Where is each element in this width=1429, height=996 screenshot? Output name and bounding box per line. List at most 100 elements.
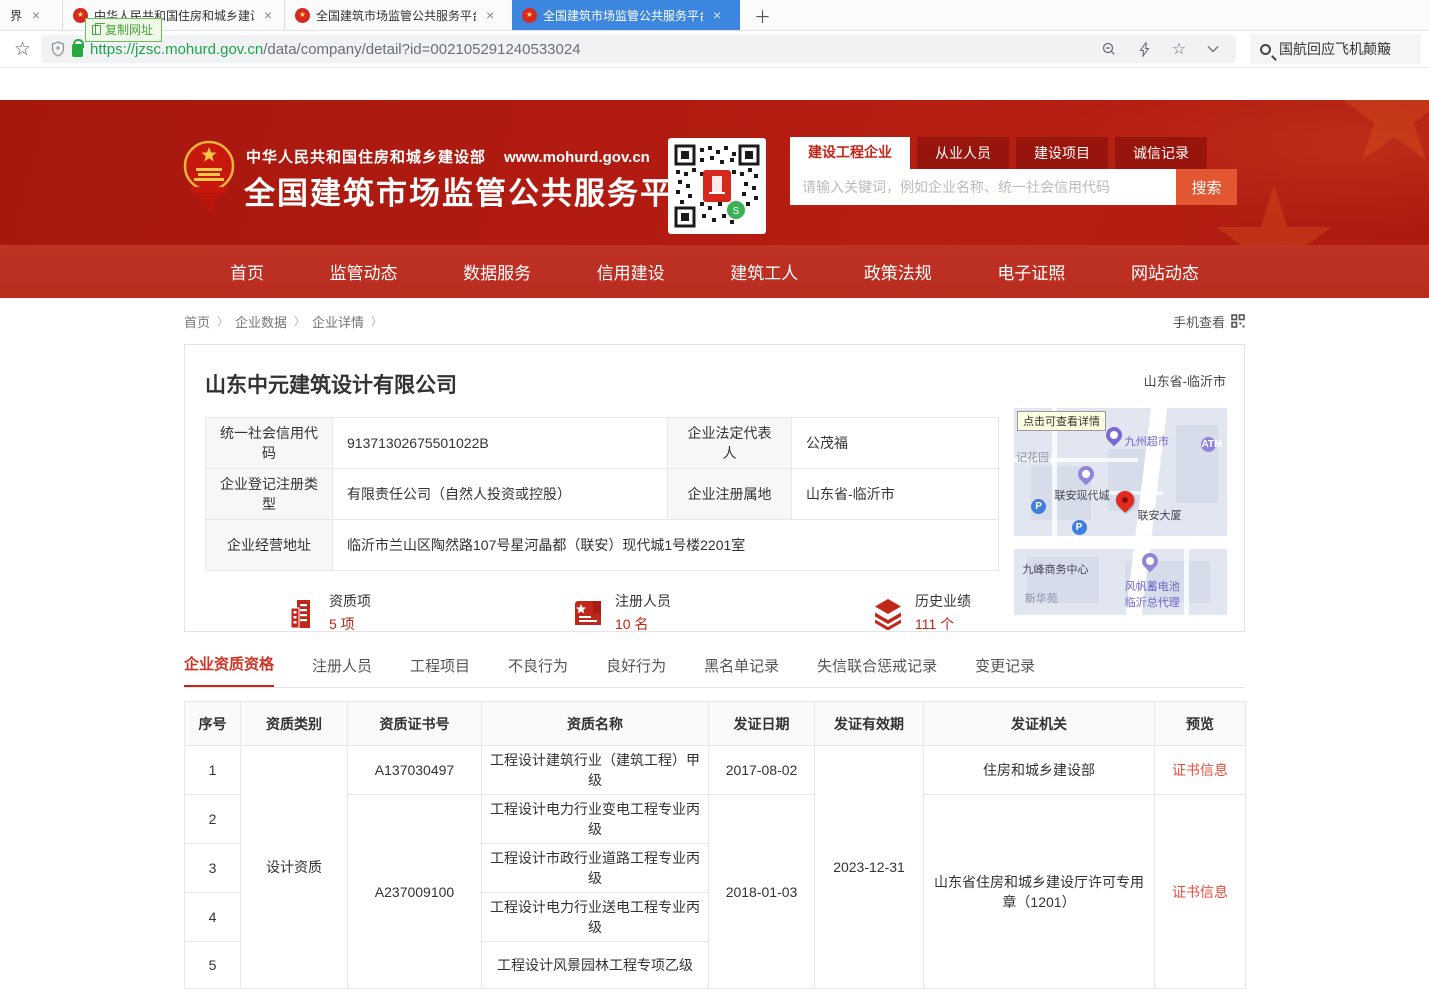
copy-icon: [92, 25, 101, 35]
favorite-star-icon[interactable]: ☆: [1172, 39, 1186, 59]
url-field[interactable]: https://jzsc.mohurd.gov.cn/data/company/…: [41, 35, 1236, 63]
zoom-out-icon[interactable]: [1101, 41, 1117, 57]
category-cell: 设计资质: [241, 746, 348, 989]
browser-tab-jzsc[interactable]: 全国建筑市场监管公共服务平台 ×: [284, 0, 512, 30]
map-label-garden: 记花园: [1016, 449, 1049, 465]
validity-cell: 2023-12-31: [815, 746, 924, 989]
certificate-info-link[interactable]: 证书信息: [1172, 762, 1228, 778]
stat-value: 111 个: [915, 614, 971, 634]
national-emblem-icon: [183, 138, 235, 212]
map-label-battery2: 临沂总代理: [1125, 594, 1180, 610]
building-icon: [285, 596, 319, 630]
stat-label: 资质项: [329, 591, 371, 611]
seq-cell: 5: [185, 942, 241, 989]
company-summary-card: 山东中元建筑设计有限公司 山东省-临沂市 统一社会信用代码 9137130267…: [184, 344, 1245, 632]
nav-item-site-news[interactable]: 网站动态: [1131, 259, 1199, 284]
browser-tab-active[interactable]: 全国建筑市场监管公共服务平台 ×: [512, 0, 740, 30]
main-navigation: 首页 监管动态 数据服务 信用建设 建筑工人 政策法规 电子证照 网站动态: [0, 245, 1429, 298]
tab-registered-personnel[interactable]: 注册人员: [312, 655, 372, 687]
nav-item-e-license[interactable]: 电子证照: [997, 259, 1065, 284]
preview-cell: 证书信息: [1155, 795, 1246, 989]
search-row: 搜索: [790, 169, 1237, 205]
close-icon[interactable]: ×: [264, 7, 272, 23]
stat-registered-personnel: 注册人员 10 名: [571, 591, 671, 634]
seq-cell: 4: [185, 893, 241, 942]
https-lock-icon: [72, 44, 83, 57]
search-icon: [1260, 44, 1271, 55]
bookmark-star-icon[interactable]: ☆: [14, 38, 31, 61]
tab-title: 全国建筑市场监管公共服务平台: [316, 7, 476, 24]
stat-value: 10 名: [615, 614, 671, 634]
tab-dishonesty[interactable]: 失信联合惩戒记录: [817, 655, 937, 687]
authority-cell: 住房和城乡建设部: [924, 746, 1155, 795]
qr-code: S: [668, 138, 766, 234]
credit-code-value: 91371302675501022B: [333, 418, 668, 469]
col-validity: 发证有效期: [815, 702, 924, 746]
nav-item-workers[interactable]: 建筑工人: [730, 259, 798, 284]
col-authority: 发证机关: [924, 702, 1155, 746]
flash-save-icon[interactable]: [1138, 42, 1151, 57]
search-button[interactable]: 搜索: [1176, 169, 1237, 205]
nav-item-credit[interactable]: 信用建设: [597, 259, 665, 284]
company-name: 山东中元建筑设计有限公司: [205, 369, 1224, 399]
legal-rep-value: 公茂福: [792, 418, 999, 469]
search-tab-project[interactable]: 建设项目: [1016, 137, 1108, 169]
parking-icon: P: [1072, 520, 1087, 535]
layers-icon: [871, 596, 905, 630]
col-category: 资质类别: [241, 702, 348, 746]
location-map[interactable]: 点击可查看详情 九州超市 ATM 记花园 联安现代城 联安大厦 P P 九峰商务…: [1014, 408, 1227, 615]
shield-icon[interactable]: [51, 41, 65, 57]
field-label: 企业法定代表人: [668, 418, 792, 469]
browser-tab-partial[interactable]: 界 ×: [0, 0, 62, 30]
stat-qualifications: 资质项5 项: [285, 591, 371, 634]
emblem-favicon-icon: [295, 8, 310, 23]
search-tab-enterprise[interactable]: 建设工程企业: [790, 137, 910, 169]
tab-projects[interactable]: 工程项目: [410, 655, 470, 687]
breadcrumb-enterprise-detail[interactable]: 企业详情: [312, 312, 364, 331]
nav-item-home[interactable]: 首页: [230, 259, 264, 284]
certificate-info-link[interactable]: 证书信息: [1172, 884, 1228, 900]
nav-item-policy[interactable]: 政策法规: [864, 259, 932, 284]
reg-region-value: 山东省-临沂市: [792, 469, 999, 520]
header-search-module: 建设工程企业 从业人员 建设项目 诚信记录 搜索: [790, 137, 1237, 205]
col-qual-name: 资质名称: [482, 702, 709, 746]
field-label: 企业注册属地: [668, 469, 792, 520]
stat-history-performance: 历史业绩111 个: [871, 591, 971, 634]
nav-item-supervision[interactable]: 监管动态: [330, 259, 398, 284]
ministry-line: 中华人民共和国住房和城乡建设部www.mohurd.gov.cn: [246, 146, 650, 167]
site-header: 中华人民共和国住房和城乡建设部www.mohurd.gov.cn 全国建筑市场监…: [0, 100, 1429, 245]
search-tab-personnel[interactable]: 从业人员: [917, 137, 1009, 169]
seq-cell: 2: [185, 795, 241, 844]
stat-label: 注册人员: [615, 591, 671, 611]
emblem-favicon-icon: [522, 8, 537, 23]
qual-name-cell: 工程设计电力行业变电工程专业丙级: [482, 795, 709, 844]
breadcrumb-enterprise-data[interactable]: 企业数据: [235, 312, 287, 331]
mobile-view-button[interactable]: 手机查看: [1173, 312, 1245, 331]
tab-good-behavior[interactable]: 良好行为: [606, 655, 666, 687]
chevron-down-icon[interactable]: [1207, 45, 1219, 53]
breadcrumb-home[interactable]: 首页: [184, 312, 210, 331]
nav-item-data-service[interactable]: 数据服务: [463, 259, 531, 284]
search-tab-credit[interactable]: 诚信记录: [1115, 137, 1207, 169]
breadcrumb: 首页〉 企业数据〉 企业详情〉 手机查看: [184, 298, 1245, 344]
tab-change-records[interactable]: 变更记录: [975, 655, 1035, 687]
browser-search-box[interactable]: 国航回应飞机颠簸: [1250, 34, 1421, 64]
tab-blacklist[interactable]: 黑名单记录: [704, 655, 779, 687]
tab-qualifications[interactable]: 企业资质资格: [184, 653, 274, 687]
close-icon[interactable]: ×: [32, 7, 40, 23]
close-icon[interactable]: ×: [486, 7, 494, 23]
seq-cell: 3: [185, 844, 241, 893]
site-url: www.mohurd.gov.cn: [504, 149, 650, 166]
keyword-search-input[interactable]: [790, 169, 1176, 205]
new-tab-button[interactable]: ＋: [740, 0, 785, 30]
table-row: 1 设计资质 A137030497 工程设计建筑行业（建筑工程）甲级 2017-…: [185, 746, 1246, 795]
tab-bad-behavior[interactable]: 不良行为: [508, 655, 568, 687]
company-region: 山东省-临沂市: [1144, 371, 1226, 390]
company-info-table: 统一社会信用代码 91371302675501022B 企业法定代表人 公茂福 …: [205, 417, 999, 571]
search-hot-text: 国航回应飞机颠簸: [1279, 39, 1391, 59]
map-label-battery1: 风帆蓄电池: [1125, 578, 1180, 594]
page-top-gap: [0, 68, 1429, 100]
close-icon[interactable]: ×: [713, 7, 721, 23]
qual-name-cell: 工程设计电力行业送电工程专业丙级: [482, 893, 709, 942]
reg-type-value: 有限责任公司（自然人投资或控股）: [333, 469, 668, 520]
